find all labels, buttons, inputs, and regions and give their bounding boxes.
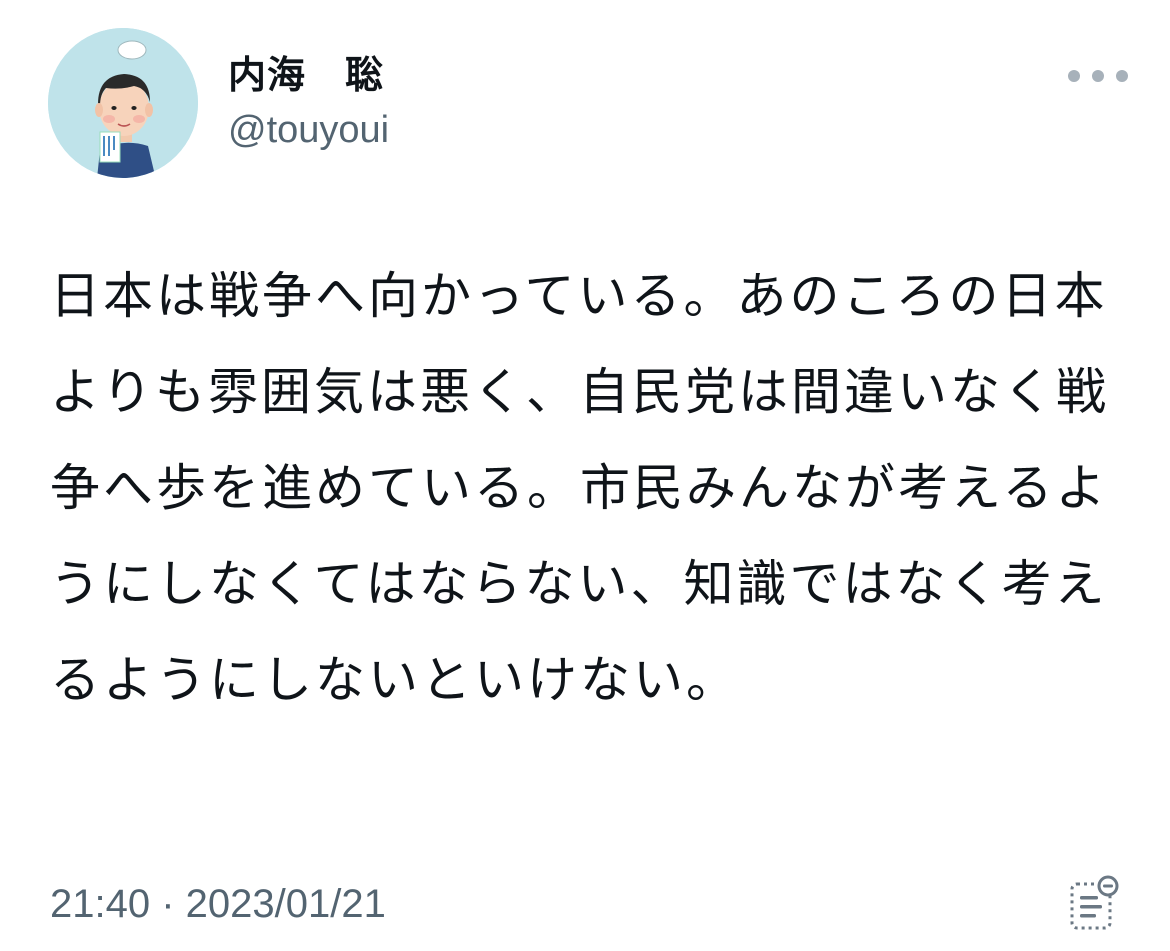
tweet-footer: 21:40 · 2023/01/21 xyxy=(50,874,1119,938)
author-handle[interactable]: @touyoui xyxy=(228,104,389,156)
more-dot xyxy=(1092,70,1104,82)
avatar[interactable] xyxy=(48,28,198,178)
author-display-name[interactable]: 内海 聡 xyxy=(228,52,389,98)
tweet-card: 内海 聡 @touyoui 日本は戦争へ向かっている。あのころの日本よりも雰囲気… xyxy=(0,0,1170,951)
more-dot xyxy=(1068,70,1080,82)
more-options-icon[interactable] xyxy=(1068,64,1128,88)
more-dot xyxy=(1116,70,1128,82)
author-info: 内海 聡 @touyoui xyxy=(228,52,389,156)
tweet-header: 内海 聡 @touyoui xyxy=(48,28,1128,178)
user-avatar-icon xyxy=(48,28,198,178)
tweet-text: 日本は戦争へ向かっている。あのころの日本よりも雰囲気は悪く、自民党は間違いなく戦… xyxy=(50,267,1109,709)
tweet-timestamp[interactable]: 21:40 · 2023/01/21 xyxy=(50,880,386,928)
analytics-icon[interactable] xyxy=(1066,874,1122,934)
